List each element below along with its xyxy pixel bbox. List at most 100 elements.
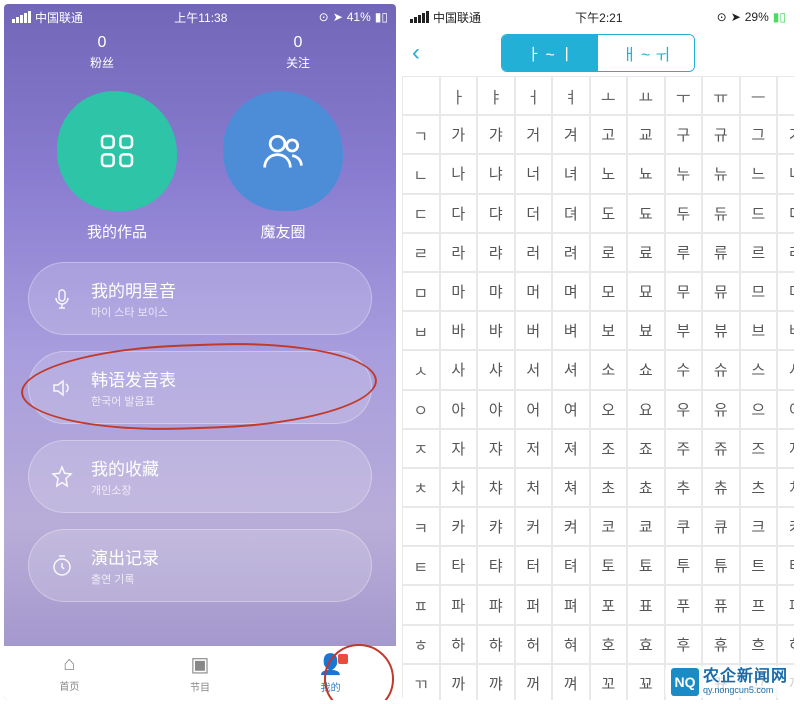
syllable-cell[interactable]: 다	[440, 194, 478, 233]
syllable-cell[interactable]: 리	[777, 233, 794, 272]
syllable-cell[interactable]: 저	[515, 429, 553, 468]
syllable-cell[interactable]: 모	[590, 272, 628, 311]
syllable-cell[interactable]: 규	[702, 115, 740, 154]
syllable-cell[interactable]: 파	[440, 585, 478, 624]
syllable-cell[interactable]: 퓨	[702, 585, 740, 624]
syllable-cell[interactable]: 두	[665, 194, 703, 233]
syllable-cell[interactable]: 녀	[552, 154, 590, 193]
syllable-cell[interactable]: 로	[590, 233, 628, 272]
stat-fans[interactable]: 0 粉丝	[4, 34, 200, 71]
syllable-cell[interactable]: 토	[590, 546, 628, 585]
syllable-cell[interactable]: 크	[740, 507, 778, 546]
syllable-cell[interactable]: 쵸	[627, 468, 665, 507]
syllable-cell[interactable]: 흐	[740, 625, 778, 664]
syllable-cell[interactable]: 그	[740, 115, 778, 154]
syllable-cell[interactable]: 호	[590, 625, 628, 664]
syllable-cell[interactable]: 노	[590, 154, 628, 193]
syllable-cell[interactable]: 수	[665, 350, 703, 389]
syllable-cell[interactable]: 터	[515, 546, 553, 585]
syllable-cell[interactable]: 뮤	[702, 272, 740, 311]
syllable-cell[interactable]: 츠	[740, 468, 778, 507]
syllable-cell[interactable]: 보	[590, 311, 628, 350]
syllable-cell[interactable]: 버	[515, 311, 553, 350]
syllable-cell[interactable]: 쟈	[477, 429, 515, 468]
card-star-voice[interactable]: 我的明星音마이 스타 보이스	[28, 262, 372, 335]
seg-vowel-compound[interactable]: ㅐ ~ ㅟ	[598, 35, 694, 71]
syllable-cell[interactable]: 갸	[477, 115, 515, 154]
syllable-cell[interactable]: 브	[740, 311, 778, 350]
syllable-cell[interactable]: 쿠	[665, 507, 703, 546]
syllable-cell[interactable]: 텨	[552, 546, 590, 585]
card-show-record[interactable]: 演出记录출연 기록	[28, 529, 372, 602]
syllable-cell[interactable]: 꾜	[627, 664, 665, 700]
syllable-cell[interactable]: 껴	[552, 664, 590, 700]
syllable-cell[interactable]: 표	[627, 585, 665, 624]
syllable-cell[interactable]: 묘	[627, 272, 665, 311]
syllable-cell[interactable]: 혀	[552, 625, 590, 664]
syllable-cell[interactable]: 어	[515, 390, 553, 429]
syllable-cell[interactable]: 르	[740, 233, 778, 272]
syllable-cell[interactable]: 러	[515, 233, 553, 272]
syllable-cell[interactable]: 부	[665, 311, 703, 350]
syllable-cell[interactable]: 햐	[477, 625, 515, 664]
syllable-cell[interactable]: 지	[777, 429, 794, 468]
syllable-cell[interactable]: 느	[740, 154, 778, 193]
syllable-cell[interactable]: 누	[665, 154, 703, 193]
syllable-cell[interactable]: 퍄	[477, 585, 515, 624]
syllable-cell[interactable]: 사	[440, 350, 478, 389]
syllable-cell[interactable]: 티	[777, 546, 794, 585]
syllable-cell[interactable]: 가	[440, 115, 478, 154]
syllable-cell[interactable]: 도	[590, 194, 628, 233]
syllable-cell[interactable]: 뇨	[627, 154, 665, 193]
syllable-cell[interactable]: 더	[515, 194, 553, 233]
syllable-cell[interactable]: 치	[777, 468, 794, 507]
syllable-cell[interactable]: 쿄	[627, 507, 665, 546]
syllable-cell[interactable]: 펴	[552, 585, 590, 624]
syllable-cell[interactable]: 오	[590, 390, 628, 429]
seg-vowel-basic[interactable]: ㅏ ~ ㅣ	[502, 35, 598, 71]
syllable-cell[interactable]: 프	[740, 585, 778, 624]
syllable-cell[interactable]: 죠	[627, 429, 665, 468]
syllable-cell[interactable]: 요	[627, 390, 665, 429]
syllable-cell[interactable]: 교	[627, 115, 665, 154]
syllable-cell[interactable]: 뉴	[702, 154, 740, 193]
syllable-cell[interactable]: 퍼	[515, 585, 553, 624]
syllable-cell[interactable]: 소	[590, 350, 628, 389]
syllable-cell[interactable]: 야	[477, 390, 515, 429]
syllable-cell[interactable]: 피	[777, 585, 794, 624]
syllable-cell[interactable]: 유	[702, 390, 740, 429]
syllable-cell[interactable]: 냐	[477, 154, 515, 193]
syllable-cell[interactable]: 쥬	[702, 429, 740, 468]
syllable-cell[interactable]: 후	[665, 625, 703, 664]
syllable-cell[interactable]: 바	[440, 311, 478, 350]
syllable-cell[interactable]: 거	[515, 115, 553, 154]
syllable-cell[interactable]: 겨	[552, 115, 590, 154]
syllable-cell[interactable]: 켜	[552, 507, 590, 546]
syllable-cell[interactable]: 서	[515, 350, 553, 389]
syllable-cell[interactable]: 셔	[552, 350, 590, 389]
syllable-cell[interactable]: 툐	[627, 546, 665, 585]
syllable-cell[interactable]: 히	[777, 625, 794, 664]
syllable-cell[interactable]: 미	[777, 272, 794, 311]
syllable-cell[interactable]: 됴	[627, 194, 665, 233]
syllable-cell[interactable]: 료	[627, 233, 665, 272]
syllable-cell[interactable]: 므	[740, 272, 778, 311]
syllable-cell[interactable]: 허	[515, 625, 553, 664]
syllable-cell[interactable]: 머	[515, 272, 553, 311]
syllable-cell[interactable]: 으	[740, 390, 778, 429]
syllable-cell[interactable]: 아	[440, 390, 478, 429]
syllable-cell[interactable]: 여	[552, 390, 590, 429]
syllable-cell[interactable]: 꺄	[477, 664, 515, 700]
syllable-cell[interactable]: 드	[740, 194, 778, 233]
syllable-cell[interactable]: 랴	[477, 233, 515, 272]
syllable-cell[interactable]: 꼬	[590, 664, 628, 700]
syllable-cell[interactable]: 푸	[665, 585, 703, 624]
circle-button[interactable]: 魔友圈	[218, 91, 348, 242]
my-works-button[interactable]: 我的作品	[52, 91, 182, 242]
syllable-cell[interactable]: 디	[777, 194, 794, 233]
syllable-cell[interactable]: 챠	[477, 468, 515, 507]
tab-mine[interactable]: 👤 我的	[265, 646, 396, 700]
syllable-cell[interactable]: 쳐	[552, 468, 590, 507]
syllable-cell[interactable]: 초	[590, 468, 628, 507]
syllable-cell[interactable]: 코	[590, 507, 628, 546]
